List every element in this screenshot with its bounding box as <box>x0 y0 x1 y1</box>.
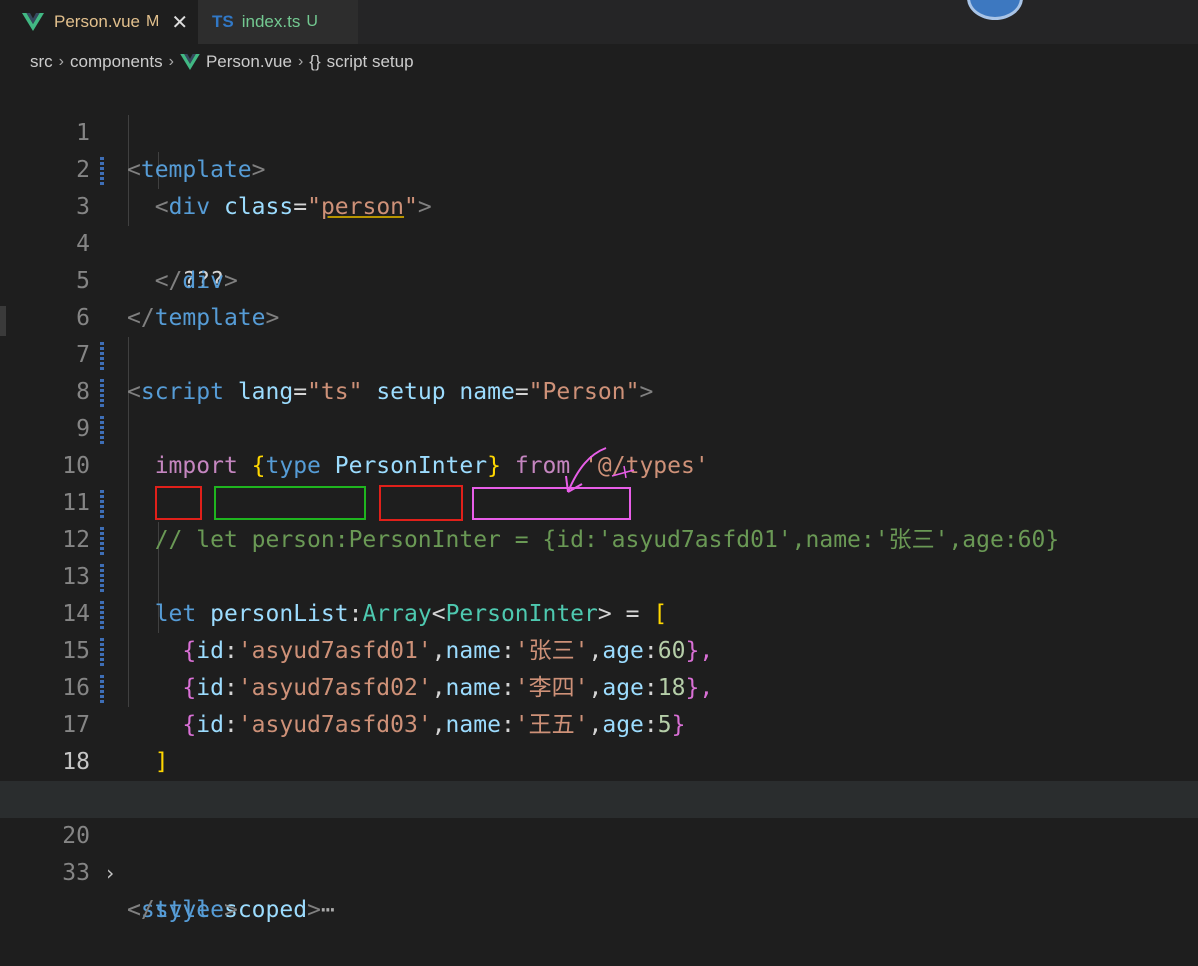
token: style <box>154 897 224 923</box>
tab-index-ts[interactable]: TS index.ts U <box>198 0 358 44</box>
folded-ellipsis[interactable]: ⋯ <box>321 897 335 923</box>
git-change-marker[interactable] <box>100 155 104 185</box>
code-line: 3 ??? <box>0 152 1198 294</box>
breadcrumb-file[interactable]: Person.vue <box>206 52 292 72</box>
chevron-right-icon: › <box>58 53 64 70</box>
code-line: 33 </style> <box>0 818 1198 923</box>
code-line-folded: 20 › <style scoped>⋯ <box>0 781 1198 923</box>
tab-person-vue[interactable]: Person.vue M ✕ <box>0 0 198 44</box>
git-change-marker[interactable] <box>100 636 104 666</box>
code-line: 18 </script> <box>0 707 1198 814</box>
git-change-marker[interactable] <box>100 562 104 592</box>
code-line: 15 {id:'asyud7asfd03',name:'王五',age:5} <box>0 596 1198 738</box>
code-line: 16 ] <box>0 633 1198 775</box>
code-line: 17 <box>0 670 1198 738</box>
code-line: 19 <box>0 744 1198 812</box>
code-line: 9 <box>0 374 1198 442</box>
modified-badge: M <box>146 13 160 30</box>
git-change-marker[interactable] <box>100 525 104 555</box>
annotation-box-array <box>379 485 463 521</box>
annotation-box-personlist <box>214 486 366 520</box>
braces-icon: {} <box>309 52 321 71</box>
code-line: 13 {id:'asyud7asfd01',name:'张三',age:60}, <box>0 522 1198 664</box>
code-line: 8 import {type PersonInter} from '@/type… <box>0 337 1198 479</box>
tab-label: index.ts <box>241 12 301 31</box>
annotation-arrow <box>565 447 635 493</box>
git-change-marker[interactable] <box>100 599 104 629</box>
code-line: 7 <script lang="ts" setup name="Person"> <box>0 300 1198 405</box>
code-line: 4 </div> <box>0 189 1198 294</box>
git-change-marker[interactable] <box>100 673 104 703</box>
tab-label: Person.vue <box>54 12 140 31</box>
code-line: 1 <template> <box>0 78 1198 183</box>
chevron-right-icon: › <box>297 53 304 70</box>
chevron-right-icon: › <box>168 53 174 70</box>
git-change-marker[interactable] <box>100 340 104 370</box>
code-line: 14 {id:'asyud7asfd02',name:'李四',age:18}, <box>0 559 1198 701</box>
tab-bar: Person.vue M ✕ TS index.ts U <box>0 0 1198 44</box>
annotation-box-let <box>155 486 202 520</box>
git-change-marker[interactable] <box>100 488 104 518</box>
breadcrumb-src[interactable]: src <box>30 52 53 72</box>
close-icon[interactable]: ✕ <box>171 10 188 35</box>
code-line: 2 <div class="person"> <box>0 115 1198 220</box>
breadcrumb: src › components › Person.vue › {} scrip… <box>30 48 414 76</box>
git-change-marker[interactable] <box>100 377 104 407</box>
token: > <box>307 897 321 923</box>
token: </ <box>127 897 155 923</box>
code-line: 5 </template> <box>0 226 1198 331</box>
vue-icon <box>22 13 44 31</box>
vue-icon <box>180 54 200 70</box>
breadcrumb-symbol[interactable]: script setup <box>327 52 414 72</box>
git-change-marker[interactable] <box>100 414 104 444</box>
avatar <box>967 0 1023 20</box>
breadcrumb-components[interactable]: components <box>70 52 163 72</box>
typescript-icon: TS <box>212 12 234 31</box>
line-number: 33 <box>62 860 90 886</box>
untracked-badge: U <box>306 13 318 30</box>
chevron-right-icon[interactable]: › <box>104 855 116 892</box>
token: > <box>223 897 238 923</box>
code-line: 6 <box>0 263 1198 331</box>
